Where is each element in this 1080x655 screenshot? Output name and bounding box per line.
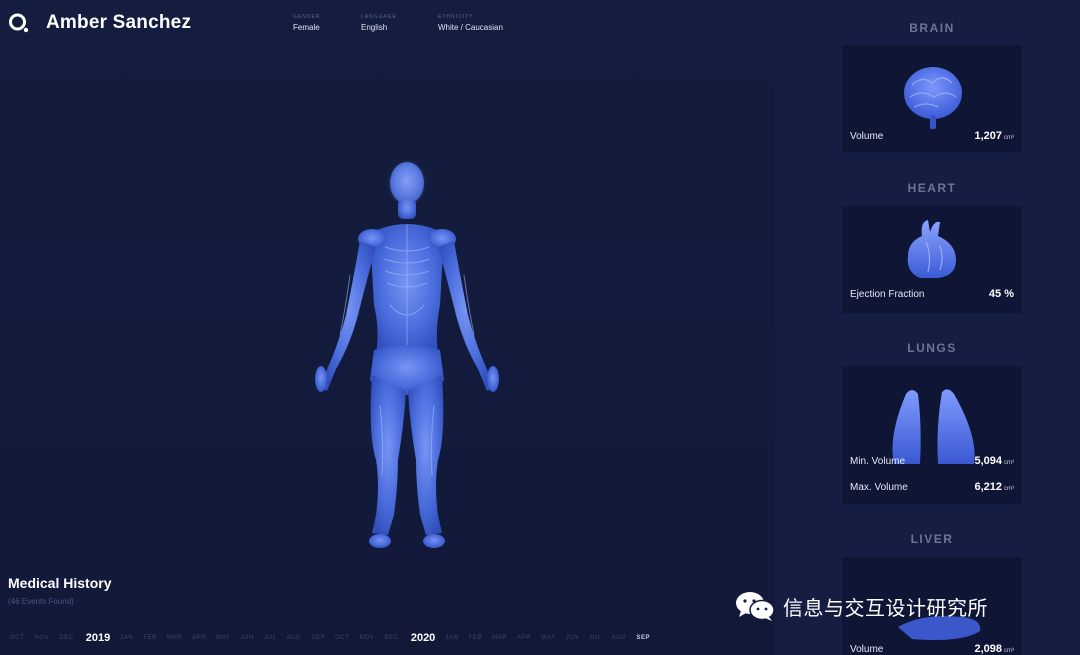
lungs-max-label: Max. Volume (850, 482, 908, 493)
lungs-max-value: 6,212 (974, 481, 1002, 493)
body-figure-icon (315, 162, 499, 548)
liver-title: LIVER (910, 532, 954, 546)
history-timeline[interactable]: OCT NOV DEC 2019 JAN FEB MAR APR MAY JUN JUL AUG SEP… (0, 631, 650, 645)
timeline-month[interactable]: FEB (143, 635, 156, 641)
timeline-year[interactable]: 2020 (411, 632, 435, 644)
timeline-month[interactable]: MAR (492, 635, 507, 641)
heart-ef-label: Ejection Fraction (850, 289, 925, 300)
liver-volume-value: 2,098 (974, 643, 1002, 655)
lungs-card[interactable]: Min. Volume 5,094 cm³ Max. Volume 6,212 cm… (842, 366, 1022, 504)
timeline-month[interactable]: DEC (384, 635, 398, 641)
timeline-month[interactable]: DEC (59, 635, 73, 641)
timeline-month[interactable]: APR (517, 635, 531, 641)
timeline-month[interactable]: AUG (286, 635, 301, 641)
timeline-month[interactable]: OCT (10, 635, 24, 641)
language-label: LANGUAGE (361, 14, 397, 20)
heart-ef-row: Ejection Fraction 45 % (850, 288, 1014, 300)
timeline-month[interactable]: APR (192, 635, 206, 641)
ethnicity-field: ETHNICITY White / Caucasian (438, 14, 503, 32)
timeline-month[interactable]: MAY (216, 635, 230, 641)
app-root: Amber Sanchez GENDER Female LANGUAGE Eng… (0, 0, 1080, 655)
timeline-month[interactable]: JUN (566, 635, 579, 641)
timeline-month[interactable]: JUL (264, 635, 276, 641)
gender-field: GENDER Female (293, 14, 320, 32)
patient-name: Amber Sanchez (46, 12, 192, 33)
language-field: LANGUAGE English (361, 14, 397, 32)
brain-volume-unit: cm³ (1004, 135, 1014, 141)
ethnicity-label: ETHNICITY (438, 14, 474, 20)
timeline-month[interactable]: JAN (445, 635, 458, 641)
liver-volume-label: Volume (850, 644, 884, 655)
medical-history-title: Medical History (8, 575, 112, 591)
gender-label: GENDER (293, 14, 321, 20)
brain-volume-value: 1,207 (974, 130, 1002, 142)
timeline-month[interactable]: OCT (335, 635, 349, 641)
lungs-title: LUNGS (907, 341, 957, 355)
gender-value: Female (293, 23, 320, 32)
lungs-min-label: Min. Volume (850, 456, 906, 467)
brain-volume-row: Volume 1,207 cm³ (850, 126, 1014, 144)
timeline-month[interactable]: AUG (612, 635, 627, 641)
timeline-month[interactable]: NOV (360, 635, 375, 641)
heart-card[interactable]: Ejection Fraction 45 % (842, 206, 1022, 313)
lungs-min-unit: cm³ (1004, 460, 1014, 466)
timeline-month[interactable]: FEB (468, 635, 481, 641)
timeline-month[interactable]: MAR (167, 635, 182, 641)
brain-title: BRAIN (909, 21, 955, 35)
search-logo-icon[interactable] (8, 12, 30, 34)
body-model-3d[interactable] (300, 155, 515, 560)
language-value: English (361, 23, 388, 32)
medical-history-count: (46 Events Found) (8, 597, 74, 606)
heart-ef-value: 45 % (988, 288, 1014, 300)
lungs-max-unit: cm³ (1004, 486, 1014, 492)
brain-volume-label: Volume (850, 131, 884, 142)
timeline-month[interactable]: JUL (589, 635, 601, 641)
wechat-icon (736, 592, 775, 621)
timeline-month[interactable]: SEP (311, 635, 325, 641)
timeline-month[interactable]: JAN (120, 635, 133, 641)
watermark-text: 信息与交互设计研究所 (783, 597, 988, 620)
timeline-year[interactable]: 2019 (86, 632, 110, 644)
timeline-month[interactable]: NOV (34, 635, 49, 641)
lungs-min-value: 5,094 (974, 455, 1002, 467)
liver-volume-unit: cm³ (1004, 648, 1014, 654)
liver-volume-row: Volume 2,098 cm³ (850, 639, 1014, 655)
timeline-month[interactable]: MAY (541, 635, 555, 641)
lungs-min-row: Min. Volume 5,094 cm³ (850, 451, 1014, 469)
heart-title: HEART (907, 181, 957, 195)
ethnicity-value: White / Caucasian (438, 23, 503, 32)
brain-card[interactable]: Volume 1,207 cm³ (842, 45, 1022, 152)
lungs-max-row: Max. Volume 6,212 cm³ (850, 477, 1014, 495)
timeline-month[interactable]: JUN (241, 635, 254, 641)
timeline-month[interactable]: SEP (636, 635, 650, 641)
wechat-watermark: 信息与交互设计研究所 (735, 590, 988, 622)
